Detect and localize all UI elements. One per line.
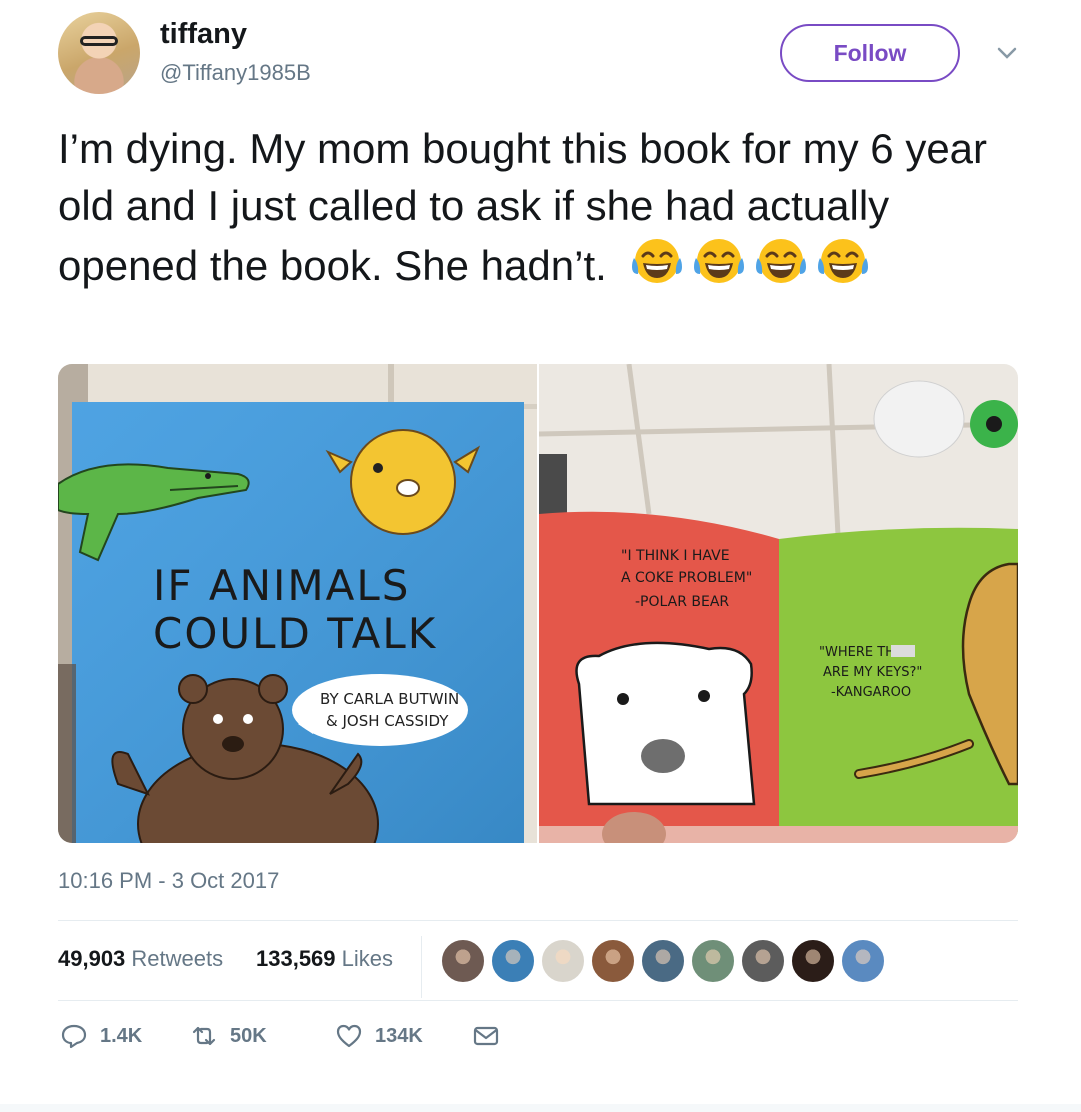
footer-strip xyxy=(0,1104,1081,1112)
cover-byline-line1: BY CARLA BUTWIN xyxy=(320,690,459,708)
cover-title-line1: IF ANIMALS xyxy=(153,561,410,610)
cover-byline-line2: & JOSH CASSIDY xyxy=(326,712,449,730)
liker-avatar[interactable] xyxy=(440,938,486,984)
likes-label: Likes xyxy=(341,946,394,971)
divider xyxy=(58,1000,1018,1001)
liker-avatars xyxy=(440,0,900,1000)
author-display-name[interactable]: tiffany xyxy=(160,18,247,51)
like-count: 134K xyxy=(375,1024,423,1047)
retweet-button[interactable]: 50K xyxy=(190,1022,267,1050)
liker-avatar[interactable] xyxy=(790,938,836,984)
likes-count: 133,569 xyxy=(256,946,336,971)
chevron-down-icon[interactable] xyxy=(994,40,1020,66)
liker-avatar[interactable] xyxy=(690,938,736,984)
liker-avatar[interactable] xyxy=(590,938,636,984)
tweet-timestamp[interactable]: 10:16 PM - 3 Oct 2017 xyxy=(58,868,279,894)
like-button[interactable]: 134K xyxy=(335,1022,423,1050)
heart-icon xyxy=(336,1024,362,1048)
liker-avatar[interactable] xyxy=(490,938,536,984)
author-avatar[interactable] xyxy=(58,12,140,94)
avatar-glasses xyxy=(80,36,118,46)
retweets-count: 49,903 xyxy=(58,946,126,971)
liker-avatar[interactable] xyxy=(740,938,786,984)
cover-title-line2: COULD TALK xyxy=(153,609,437,658)
retweet-icon xyxy=(192,1026,216,1046)
retweet-count: 50K xyxy=(230,1024,267,1047)
liker-avatar[interactable] xyxy=(840,938,886,984)
likes-stat[interactable]: 133,569 Likes xyxy=(256,946,393,972)
liker-avatar[interactable] xyxy=(640,938,686,984)
author-handle[interactable]: @Tiffany1985B xyxy=(160,60,311,86)
retweets-label: Retweets xyxy=(131,946,224,971)
direct-message-button[interactable] xyxy=(472,1022,500,1050)
reply-icon xyxy=(61,1024,87,1049)
reply-button[interactable]: 1.4K xyxy=(60,1022,142,1050)
envelope-icon xyxy=(473,1026,499,1046)
retweets-stat[interactable]: 49,903 Retweets xyxy=(58,946,223,972)
liker-avatar[interactable] xyxy=(540,938,586,984)
stats-divider xyxy=(421,936,422,998)
reply-count: 1.4K xyxy=(100,1024,143,1047)
